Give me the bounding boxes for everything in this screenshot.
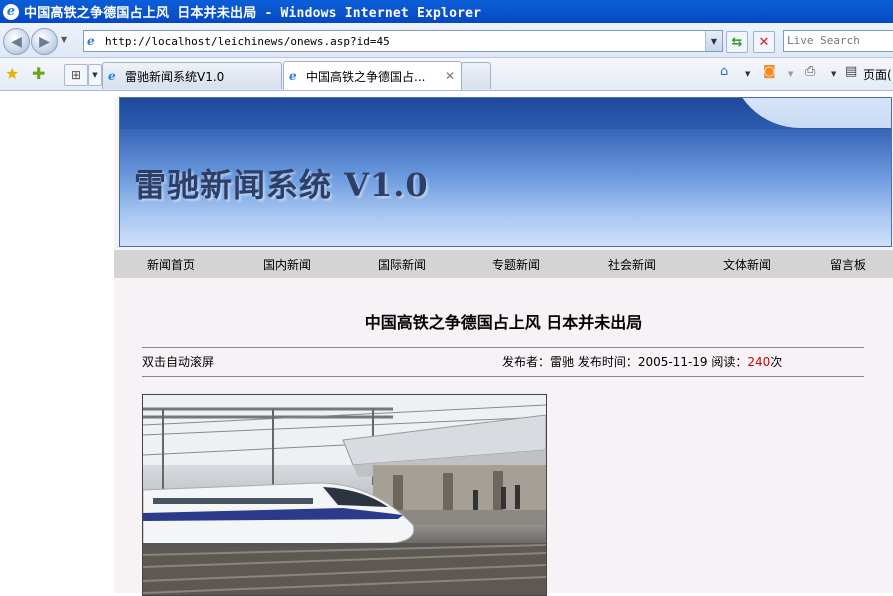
address-dropdown-button[interactable]: ▼ — [705, 31, 722, 51]
nav-international[interactable]: 国际新闻 — [378, 256, 426, 273]
page-icon: e — [87, 34, 95, 48]
arrow-left-icon: ◀ — [11, 33, 22, 50]
page-menu-label[interactable]: 页面( — [863, 66, 892, 83]
refresh-button[interactable]: ⇆ — [726, 31, 748, 53]
tab-label: 中国高铁之争德国占... — [306, 69, 426, 84]
home-icon[interactable]: ⌂ — [720, 64, 728, 79]
address-toolbar: ◀ ▶ ▼ e http://localhost/leichinews/onew… — [0, 23, 893, 58]
site-banner: 雷驰新闻系统 V1.0 — [119, 97, 892, 247]
meta-suffix: 次 — [770, 355, 783, 369]
back-button[interactable]: ◀ — [3, 28, 30, 55]
new-tab-button[interactable] — [461, 62, 491, 89]
arrow-right-icon: ▶ — [39, 33, 50, 50]
page-menu-icon[interactable]: ▤ — [845, 64, 857, 79]
page-body: 雷驰新闻系统 V1.0 新闻首页 国内新闻 国际新闻 专题新闻 社会新闻 文体新… — [114, 91, 893, 596]
nav-special[interactable]: 专题新闻 — [492, 256, 540, 273]
address-field[interactable]: e http://localhost/leichinews/onews.asp?… — [83, 30, 723, 52]
tab-label: 雷驰新闻系统V1.0 — [125, 69, 225, 84]
search-box[interactable] — [783, 30, 893, 52]
printer-icon[interactable]: ⎙ — [805, 64, 815, 79]
favorites-star-icon[interactable]: ★ — [5, 64, 19, 83]
tab-article[interactable]: e 中国高铁之争德国占... ✕ — [283, 61, 462, 90]
add-favorite-icon[interactable]: ✚ — [32, 64, 45, 83]
close-icon: ✕ — [758, 34, 770, 50]
nav-home[interactable]: 新闻首页 — [147, 256, 195, 273]
left-margin — [0, 91, 115, 593]
train-illustration — [143, 395, 546, 595]
rss-feed-icon[interactable]: ◙ — [763, 64, 776, 79]
recent-pages-dropdown[interactable]: ▼ — [61, 35, 67, 44]
tab-list-dropdown[interactable]: ▼ — [88, 64, 102, 86]
article-meta: 发布者：雷驰 发布时间：2005-11-19 阅读：240次 — [502, 353, 782, 370]
window-titlebar: e 中国高铁之争德国占上风 日本并未出局 - Windows Internet … — [0, 0, 893, 23]
browser-viewport: 雷驰新闻系统 V1.0 新闻首页 国内新闻 国际新闻 专题新闻 社会新闻 文体新… — [0, 91, 893, 596]
nav-society[interactable]: 社会新闻 — [608, 256, 656, 273]
stop-button[interactable]: ✕ — [753, 31, 775, 53]
site-nav: 新闻首页 国内新闻 国际新闻 专题新闻 社会新闻 文体新闻 留言板 — [114, 250, 893, 278]
tab-news-home[interactable]: e 雷驰新闻系统V1.0 — [102, 62, 282, 89]
window-title: 中国高铁之争德国占上风 日本并未出局 - Windows Internet Ex… — [24, 6, 482, 21]
auto-scroll-hint[interactable]: 双击自动滚屏 — [142, 353, 214, 370]
page-icon: e — [108, 69, 116, 83]
banner-title: 雷驰新闻系统 V1.0 — [134, 166, 429, 204]
page-icon: e — [289, 69, 297, 83]
print-dropdown[interactable]: ▼ — [831, 70, 836, 78]
read-count: 240 — [747, 355, 771, 369]
forward-button[interactable]: ▶ — [31, 28, 58, 55]
quick-tabs-button[interactable]: ⊞ — [64, 64, 88, 86]
feed-dropdown[interactable]: ▼ — [788, 70, 793, 78]
article-title: 中国高铁之争德国占上风 日本并未出局 — [364, 313, 643, 332]
nav-domestic[interactable]: 国内新闻 — [263, 256, 311, 273]
meta-text: 发布者：雷驰 发布时间：2005-11-19 阅读： — [502, 355, 748, 369]
ie-logo-icon: e — [3, 3, 19, 20]
tab-toolbar: ★ ✚ ⊞ ▼ e 雷驰新闻系统V1.0 e 中国高铁之争德国占... ✕ ⌂ … — [0, 58, 893, 91]
divider — [142, 376, 864, 377]
refresh-icon: ⇆ — [731, 34, 743, 50]
search-input[interactable] — [787, 34, 891, 47]
home-dropdown[interactable]: ▼ — [745, 70, 750, 78]
address-url[interactable]: http://localhost/leichinews/onews.asp?id… — [105, 35, 390, 48]
nav-culture-sports[interactable]: 文体新闻 — [723, 256, 771, 273]
nav-guestbook[interactable]: 留言板 — [830, 256, 866, 273]
grid-icon: ⊞ — [70, 68, 82, 82]
close-tab-icon[interactable]: ✕ — [445, 69, 455, 83]
divider — [142, 347, 864, 348]
article-photo-train — [142, 394, 547, 596]
